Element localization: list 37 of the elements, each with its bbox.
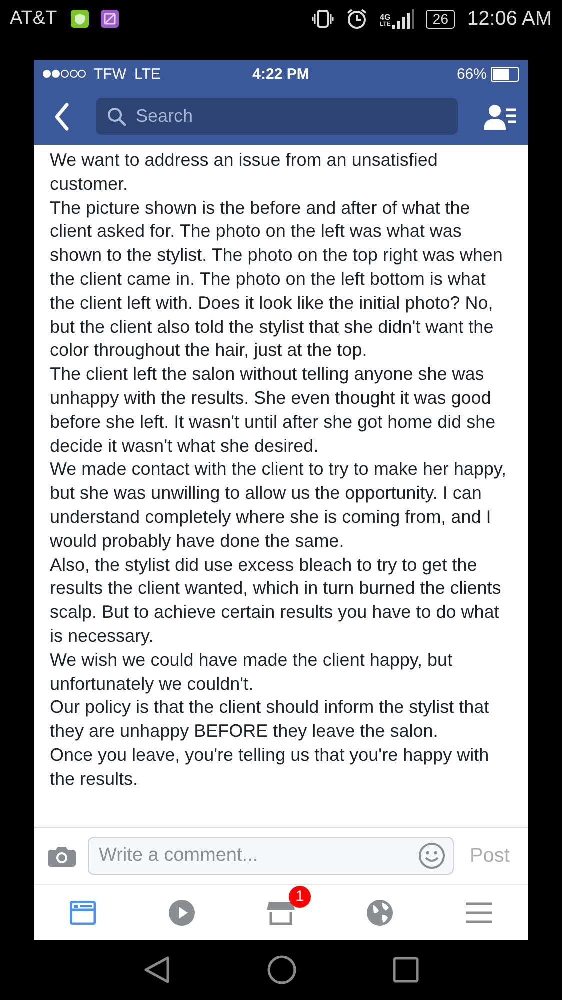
notification-badge: 1 (288, 886, 311, 908)
storefront-icon[interactable] (266, 900, 295, 926)
news-feed-icon[interactable] (70, 900, 96, 924)
battery-indicator: 26 (426, 10, 456, 28)
carrier-name: TFW (94, 66, 126, 82)
vibrate-icon (312, 9, 334, 29)
globe-icon[interactable] (366, 900, 393, 926)
carrier-name: AT&T (10, 8, 58, 30)
play-icon[interactable] (169, 900, 196, 926)
post-text: We made contact with the client to try to make her happy, but she was unwilling to allow us the opportunity. I can understand completely where she is coming from, and I would probably have done the same. (50, 458, 508, 553)
menu-icon[interactable] (464, 902, 493, 924)
clock-time: 12:06 AM (467, 8, 552, 30)
signal-icon (392, 9, 414, 29)
post-text: Also, the stylist did use excess bleach to try to get the results the client wanted, which in turn burned the clients scalp. But to achieve certain results you have to do what is necessary. (50, 554, 502, 648)
post-text: We want to address an issue from an unsatisfied customer. (50, 149, 439, 196)
search-field[interactable]: Search (96, 98, 458, 135)
signal-dots-icon (42, 69, 86, 79)
status-time: 4:22 PM (252, 66, 310, 82)
camera-icon[interactable] (48, 845, 76, 867)
network-type: LTE (134, 66, 161, 82)
battery-icon (491, 66, 519, 82)
comment-field[interactable]: Write a comment... (88, 837, 454, 875)
alarm-icon (346, 8, 368, 30)
shield-app-icon (71, 10, 90, 28)
battery-percent: 66% (456, 66, 487, 82)
post-text: Our policy is that the client should inform the stylist that they are unhappy BEFORE they leave the salon. (50, 696, 490, 744)
home-icon[interactable] (267, 955, 297, 985)
recent-apps-icon[interactable] (393, 957, 419, 983)
smiley-icon[interactable] (418, 842, 446, 870)
network-type-label: 4G (380, 13, 391, 22)
post-text: The picture shown is the before and after of what the client asked for. The photo on the left was what was shown to the stylist. The photo on the top right was when the client came in. The photo on the left bottom is what the client left with. Does it look like the initial photo? No, but the client also told the stylist that she didn't want the color throughout the hair, just at the top. (50, 196, 504, 362)
search-icon (107, 107, 127, 127)
friends-list-icon[interactable] (484, 104, 516, 130)
post-text: We wish we could have made the client happy, but unfortunately we couldn't. (50, 648, 454, 696)
post-text: Once you leave, you're telling us that you're happy with the results. (50, 744, 490, 791)
post-text: The client left the salon without telling anyone she was unhappy with the results. She even thought it was good before she left. It wasn't until after she got home did she decide it wasn't what she desired. (50, 363, 497, 458)
back-icon[interactable] (143, 956, 171, 984)
